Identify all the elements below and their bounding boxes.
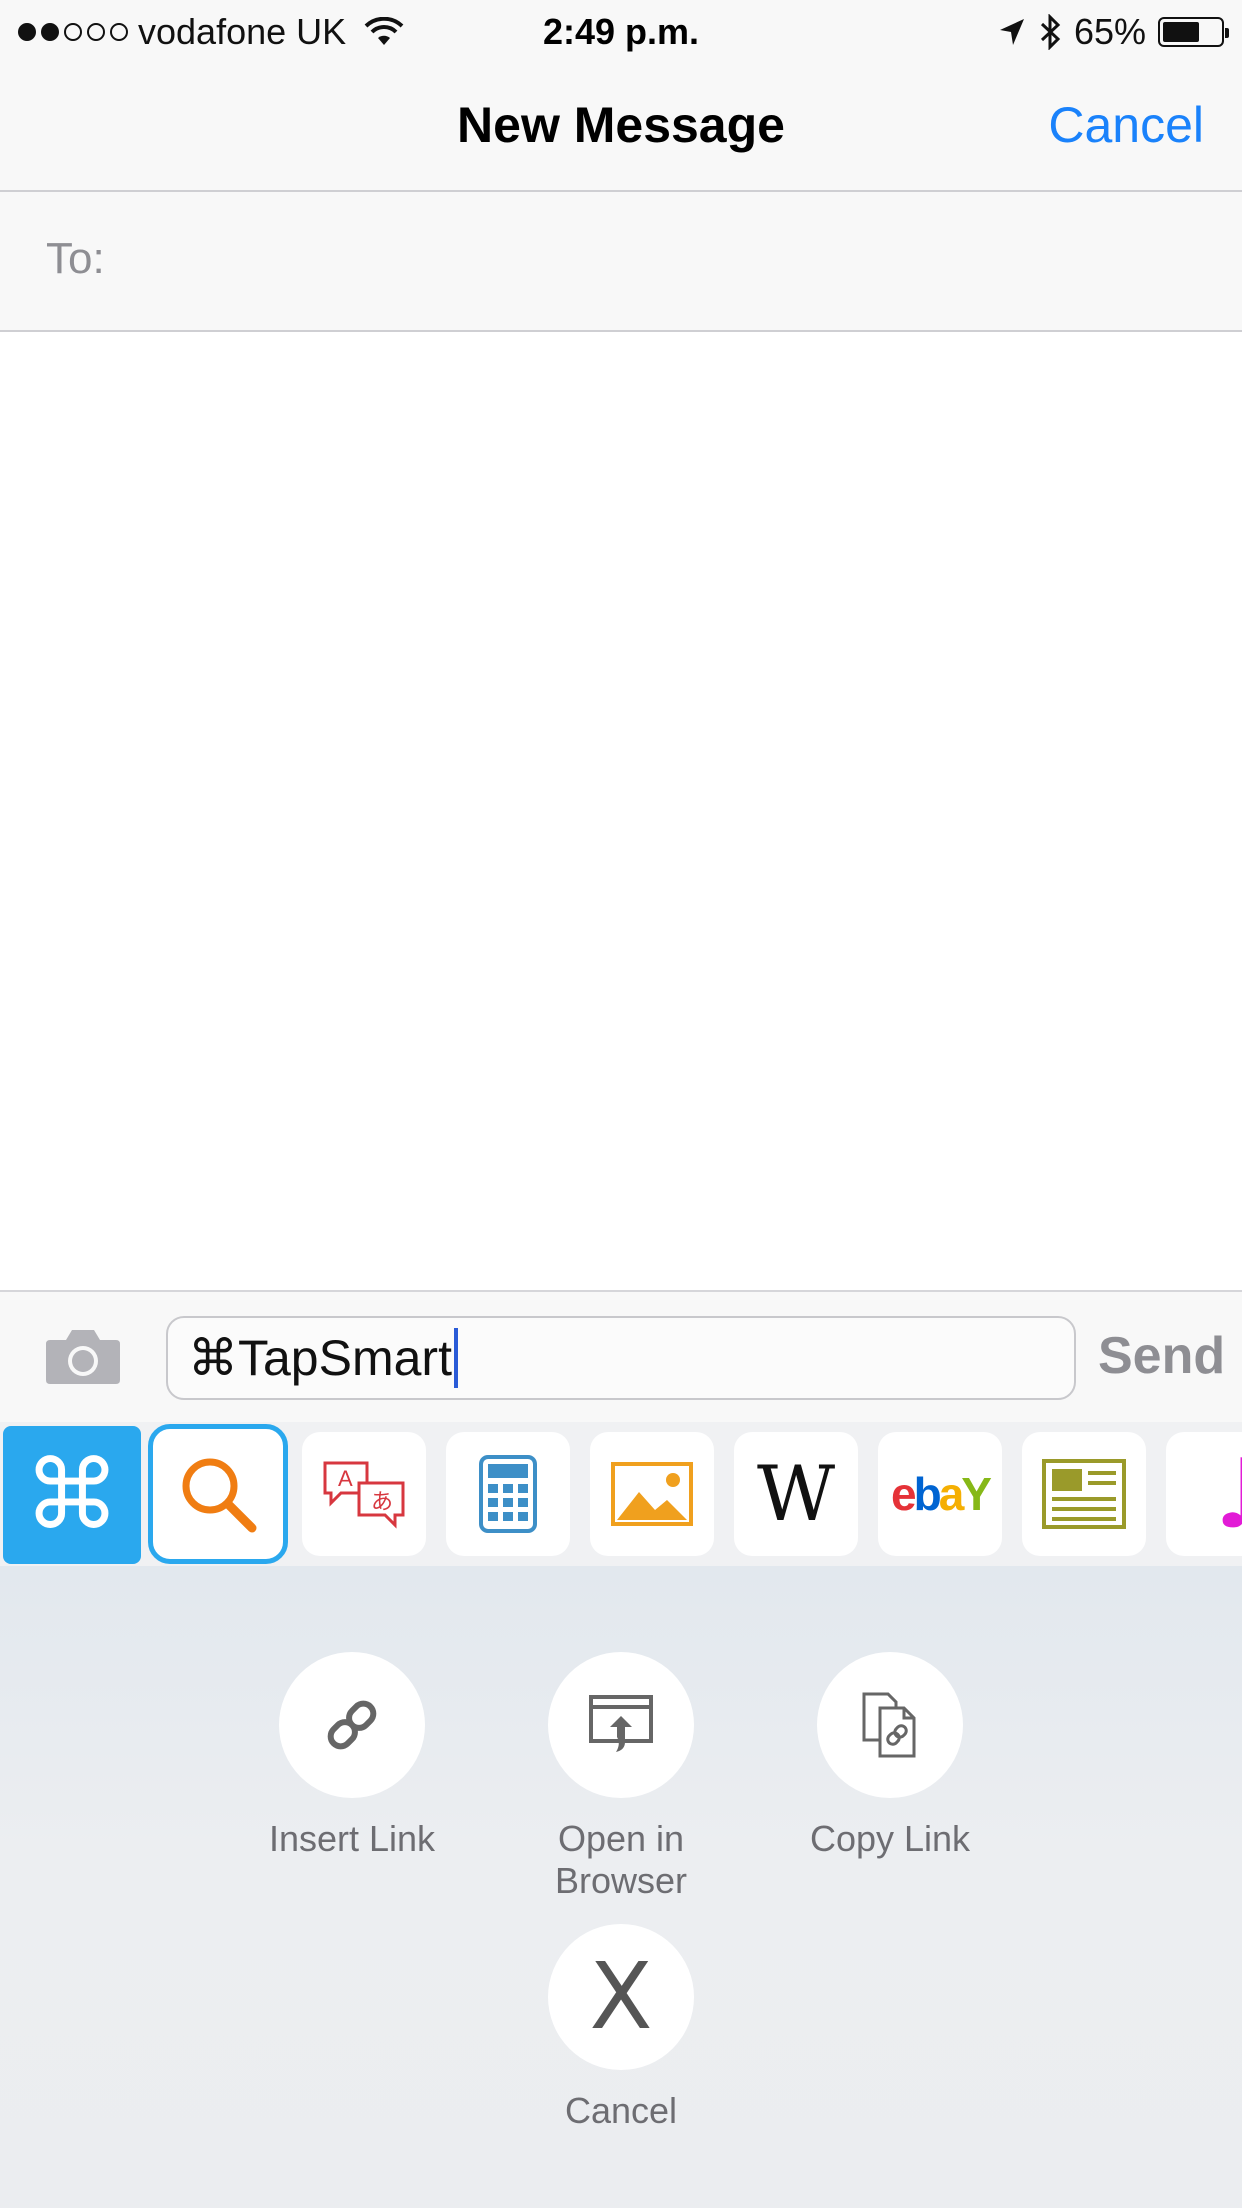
wikipedia-icon: W bbox=[756, 1449, 836, 1538]
message-input[interactable]: ⌘TapSmart bbox=[166, 1316, 1076, 1400]
compose-bar: ⌘TapSmart Send bbox=[0, 1290, 1242, 1422]
ebay-letter-e: e bbox=[891, 1468, 917, 1520]
battery-percent: 65% bbox=[1073, 11, 1146, 52]
link-action-panel: Insert Link Open in Browser Copy Link X … bbox=[0, 1566, 1242, 2208]
message-input-text: ⌘TapSmart bbox=[188, 1330, 452, 1386]
status-right: 65% bbox=[998, 10, 1229, 54]
message-thread-area bbox=[0, 334, 1242, 1290]
cancel-button[interactable]: Cancel bbox=[1048, 96, 1204, 154]
location-arrow-icon bbox=[999, 19, 1024, 45]
open-in-browser-button[interactable] bbox=[548, 1652, 694, 1798]
calculator-icon bbox=[479, 1455, 537, 1533]
command-app-tile[interactable]: ⌘ bbox=[3, 1426, 141, 1564]
newspaper-icon bbox=[1042, 1459, 1126, 1529]
cancel-action[interactable]: X Cancel bbox=[481, 1924, 761, 2132]
to-label: To: bbox=[46, 234, 105, 283]
open-in-browser-action[interactable]: Open in Browser bbox=[481, 1652, 761, 1902]
status-bar: vodafone UK 2:49 p.m. 65% bbox=[0, 0, 1242, 62]
insert-link-button[interactable] bbox=[279, 1652, 425, 1798]
copy-link-button[interactable] bbox=[817, 1652, 963, 1798]
ebay-icon: ebaY bbox=[891, 1468, 992, 1520]
copy-link-icon bbox=[862, 1692, 916, 1758]
news-app-tile[interactable] bbox=[1022, 1432, 1146, 1556]
copy-link-action[interactable]: Copy Link bbox=[750, 1652, 1030, 1860]
insert-link-action[interactable]: Insert Link bbox=[212, 1652, 492, 1860]
open-browser-icon bbox=[589, 1695, 653, 1752]
ebay-letter-b: b bbox=[913, 1468, 942, 1520]
cancel-action-label: Cancel bbox=[564, 2090, 678, 2131]
open-in-browser-label-line2: Browser bbox=[554, 1860, 688, 1901]
insert-link-label: Insert Link bbox=[268, 1818, 436, 1859]
ebay-app-tile[interactable]: ebaY bbox=[878, 1432, 1002, 1556]
command-icon: ⌘ bbox=[24, 1439, 120, 1551]
text-caret bbox=[453, 1328, 458, 1388]
close-icon: X bbox=[589, 1943, 653, 2050]
send-button[interactable]: Send bbox=[1098, 1326, 1225, 1386]
camera-icon[interactable] bbox=[44, 1326, 122, 1386]
search-icon bbox=[182, 1458, 257, 1533]
music-icon: ♫ bbox=[1205, 1446, 1242, 1542]
svg-text:A: A bbox=[338, 1466, 353, 1491]
battery-fill bbox=[1163, 22, 1200, 42]
bluetooth-icon bbox=[1040, 14, 1061, 50]
svg-text:あ: あ bbox=[371, 1490, 393, 1515]
calculator-app-tile[interactable] bbox=[446, 1432, 570, 1556]
copy-link-label: Copy Link bbox=[809, 1818, 971, 1859]
ebay-letter-a: a bbox=[938, 1468, 965, 1520]
nav-bar: New Message Cancel bbox=[0, 62, 1242, 192]
translate-app-tile[interactable]: A あ bbox=[302, 1432, 426, 1556]
photos-app-tile[interactable] bbox=[590, 1432, 714, 1556]
cancel-action-button[interactable]: X bbox=[548, 1924, 694, 2070]
search-app-tile[interactable] bbox=[148, 1424, 288, 1564]
to-field[interactable]: To: bbox=[0, 192, 1242, 332]
ebay-letter-y: Y bbox=[961, 1468, 992, 1520]
open-in-browser-label: Open in Browser bbox=[481, 1818, 761, 1902]
battery-icon bbox=[1158, 17, 1229, 47]
open-in-browser-label-line1: Open in bbox=[557, 1818, 685, 1859]
music-app-tile[interactable]: ♫ bbox=[1166, 1432, 1242, 1556]
image-icon bbox=[611, 1462, 693, 1526]
keyboard-app-strip: ⌘ A あ W ebaY bbox=[0, 1422, 1242, 1566]
wikipedia-app-tile[interactable]: W bbox=[734, 1432, 858, 1556]
link-icon bbox=[327, 1700, 377, 1750]
translate-icon: A あ bbox=[323, 1461, 405, 1529]
